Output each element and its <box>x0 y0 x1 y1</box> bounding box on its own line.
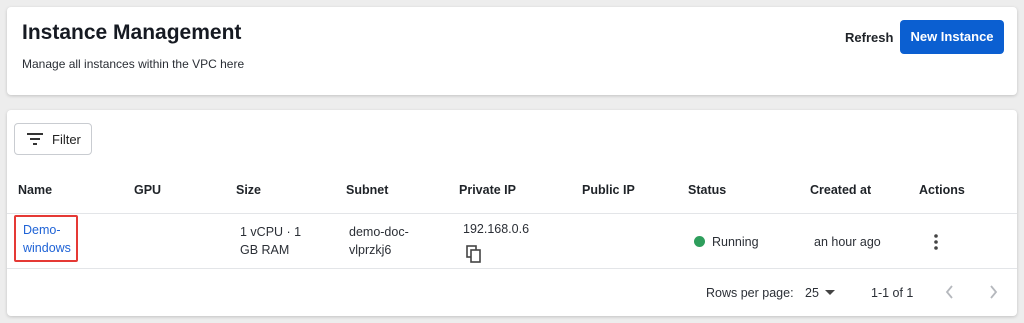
status-running-dot <box>694 236 705 247</box>
page-subtitle: Manage all instances within the VPC here <box>22 57 245 71</box>
page-title: Instance Management <box>22 21 242 44</box>
filter-lines-icon <box>27 133 43 145</box>
row-divider <box>7 268 1017 269</box>
chevron-right-icon[interactable] <box>987 284 999 300</box>
subnet-line1: demo-doc- <box>349 225 409 239</box>
new-instance-button[interactable]: New Instance <box>900 20 1004 54</box>
instance-name-line2: windows <box>23 241 71 255</box>
filter-label: Filter <box>52 131 81 147</box>
status-label: Running <box>712 235 759 249</box>
column-header-name: Name <box>18 183 53 197</box>
column-header-actions: Actions <box>919 183 965 197</box>
size-cell: 1 vCPU · 1 GB RAM <box>240 223 301 259</box>
column-header-created-at: Created at <box>810 183 872 197</box>
subnet-cell: demo-doc- vlprzkj6 <box>349 223 409 259</box>
rows-per-page-select[interactable]: 25 <box>805 284 835 302</box>
column-header-status: Status <box>688 183 727 197</box>
column-header-subnet: Subnet <box>346 183 389 197</box>
column-header-size: Size <box>236 183 262 197</box>
rows-per-page-value: 25 <box>805 286 819 300</box>
pagination-range: 1-1 of 1 <box>871 286 914 300</box>
size-line1: 1 vCPU · 1 <box>240 225 302 239</box>
private-ip-value: 192.168.0.6 <box>463 222 530 236</box>
copy-icon[interactable] <box>466 245 482 263</box>
column-header-public-ip: Public IP <box>582 183 635 197</box>
instances-table-card: Filter Name GPU Size Subnet Private IP P… <box>7 110 1017 316</box>
header-card: Instance Management Manage all instances… <box>7 7 1017 95</box>
more-vertical-icon[interactable] <box>930 233 942 251</box>
instance-name-link[interactable]: Demo- windows <box>14 215 78 262</box>
caret-down-icon <box>824 290 835 295</box>
refresh-button[interactable]: Refresh <box>845 27 893 49</box>
column-header-private-ip: Private IP <box>459 183 516 197</box>
subnet-line2: vlprzkj6 <box>349 243 392 257</box>
size-line2: GB RAM <box>240 243 290 257</box>
rows-per-page-label: Rows per page: <box>706 286 794 300</box>
created-at-value: an hour ago <box>814 235 881 249</box>
instance-name-line1: Demo- <box>23 223 61 237</box>
column-header-gpu: GPU <box>134 183 162 197</box>
header-divider <box>7 213 1017 214</box>
filter-button[interactable]: Filter <box>14 123 92 155</box>
chevron-left-icon[interactable] <box>944 284 956 300</box>
